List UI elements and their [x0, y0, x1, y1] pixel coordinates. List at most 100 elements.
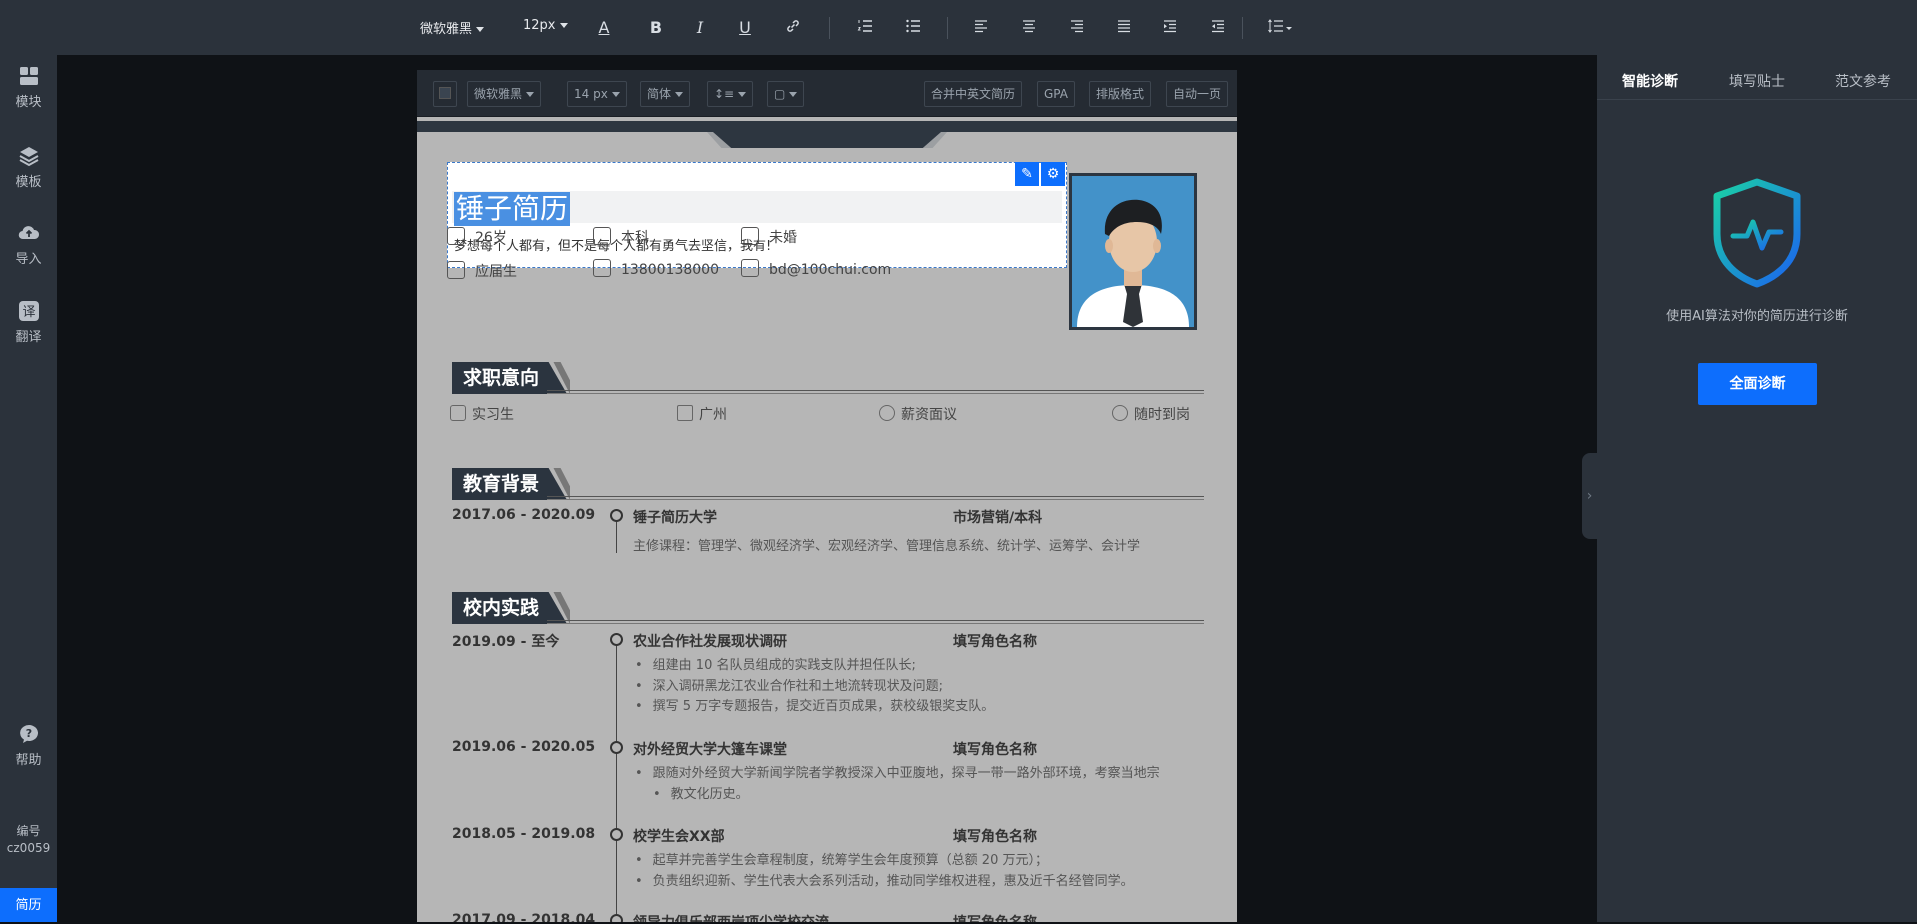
campus-date: 2019.09 - 至今	[452, 634, 560, 650]
info-age: 26岁	[447, 227, 507, 247]
modules-icon	[19, 67, 38, 85]
doc-line-spacing-select[interactable]: ↕≡	[707, 81, 754, 107]
left-sidebar: 模块 模板 导入 译 翻译 ? 帮助 编号 cz0059 简历	[0, 55, 57, 922]
campus-date: 2019.06 - 2020.05	[452, 739, 596, 755]
timeline-dot	[610, 828, 623, 841]
campus-role: 填写角色名称	[953, 912, 1037, 922]
cloud-upload-icon	[18, 226, 39, 240]
svg-text:译: 译	[22, 305, 35, 320]
toolbar-divider	[1242, 17, 1243, 39]
tab-diagnosis[interactable]: 智能诊断	[1622, 71, 1678, 91]
sidebar-item-modules[interactable]: 模块	[0, 65, 57, 110]
education-major: 市场营销/本科	[953, 510, 1043, 526]
sidebar-item-import[interactable]: 导入	[0, 222, 57, 267]
merge-cn-en-button[interactable]: 合并中英文简历	[924, 81, 1023, 107]
chevron-down-icon	[476, 27, 485, 32]
campus-org: 领导力俱乐部西岸项尖学校交流	[633, 912, 829, 922]
toolbar-divider	[947, 17, 948, 39]
resume-header-block[interactable]: 锤子简历 梦想每个人都有，但不是每个人都有勇气去坚信，我有! ✎ ⚙	[447, 162, 1067, 268]
sidebar-item-resume[interactable]: 简历	[0, 888, 57, 922]
doc-border-select[interactable]: ▢	[767, 81, 805, 107]
doc-font-size-select[interactable]: 14 px	[567, 81, 627, 107]
auto-one-page-button[interactable]: 自动一页	[1166, 81, 1229, 107]
info-phone: 13800138000	[593, 259, 719, 279]
campus-bullet: 组建由 10 名队员组成的实践支队并担任队长;	[635, 656, 916, 676]
bold-icon[interactable]: B	[646, 18, 666, 38]
avatar[interactable]	[1069, 173, 1197, 330]
tab-tips[interactable]: 填写贴士	[1729, 71, 1785, 91]
chevron-down-icon	[789, 92, 798, 97]
chevron-down-icon	[675, 92, 684, 97]
clock-icon	[1112, 405, 1128, 421]
doc-font-family-select[interactable]: 微软雅黑	[467, 81, 542, 107]
line-height-icon[interactable]	[1265, 18, 1295, 38]
edit-pencil-icon[interactable]: ✎	[1015, 162, 1039, 186]
education-courses: 主修课程：管理学、微观经济学、宏观经济学、管理信息系统、统计学、运筹学、会计学	[633, 539, 1141, 554]
sidebar-item-templates[interactable]: 模板	[0, 145, 57, 190]
align-right-icon[interactable]	[1067, 18, 1087, 38]
outdent-icon[interactable]	[1208, 18, 1228, 38]
campus-bullet: 深入调研黑龙江农业合作社和土地流转现状及问题;	[635, 677, 943, 697]
settings-gear-icon[interactable]: ⚙	[1041, 162, 1065, 186]
campus-org: 农业合作社发展现状调研	[633, 634, 787, 650]
document-toolbar: 微软雅黑 14 px 简体 ↕≡ ▢ 合并中英文简历 GPA 排版格式 自动一页	[417, 70, 1237, 117]
align-left-icon[interactable]	[971, 18, 991, 38]
intent-city: 广州	[677, 404, 727, 424]
info-email: bd@100chui.com	[741, 259, 891, 279]
resume-page: 锤子简历 梦想每个人都有，但不是每个人都有勇气去坚信，我有! ✎ ⚙ 26岁 本…	[417, 117, 1237, 922]
link-icon[interactable]	[783, 18, 803, 38]
campus-date: 2017.09 - 2018.04	[452, 912, 596, 922]
resume-name[interactable]: 锤子简历	[454, 192, 571, 226]
underline-icon[interactable]: U	[735, 18, 755, 38]
bullet-list-icon[interactable]	[903, 18, 923, 38]
align-justify-icon[interactable]	[1114, 18, 1134, 38]
layout-format-button[interactable]: 排版格式	[1089, 81, 1152, 107]
font-color-icon[interactable]: A	[594, 18, 614, 38]
translate-icon: 译	[18, 301, 39, 321]
section-header-education[interactable]: 教育背景	[452, 468, 1204, 500]
sidebar-item-translate[interactable]: 译 翻译	[0, 300, 57, 345]
ordered-list-icon[interactable]	[855, 18, 875, 38]
font-family-select[interactable]: 微软雅黑	[420, 18, 485, 37]
font-size-select[interactable]: 12px	[523, 18, 568, 33]
top-toolbar: 微软雅黑 12px A B I U	[0, 0, 1917, 55]
graduation-icon	[593, 227, 611, 245]
campus-bullet: 撰写 5 万字专题报告，提交近百页成果，获校级银奖支队。	[635, 697, 995, 717]
yen-icon	[879, 405, 895, 421]
intent-position: 实习生	[450, 404, 514, 424]
gpa-button[interactable]: GPA	[1037, 81, 1075, 107]
section-header-intent[interactable]: 求职意向	[452, 362, 1204, 394]
border-icon: ▢	[774, 87, 786, 101]
svg-text:?: ?	[25, 727, 31, 740]
calendar-icon	[447, 261, 465, 279]
section-header-campus[interactable]: 校内实践	[452, 592, 1204, 624]
line-spacing-icon: ↕≡	[714, 87, 735, 101]
mail-icon	[741, 259, 759, 277]
education-school: 锤子简历大学	[633, 510, 717, 526]
campus-role: 填写角色名称	[953, 829, 1037, 845]
help-icon: ?	[19, 725, 38, 743]
tie-icon	[450, 405, 466, 421]
timeline-dot	[610, 741, 623, 754]
phone-icon	[593, 259, 611, 277]
doc-script-select[interactable]: 简体	[640, 81, 691, 107]
full-diagnosis-button[interactable]: 全面诊断	[1698, 363, 1817, 405]
sidebar-item-help[interactable]: ? 帮助	[0, 723, 57, 768]
info-status: 应届生	[447, 261, 517, 281]
timeline-dot	[610, 633, 623, 646]
campus-org: 校学生会XX部	[633, 829, 725, 845]
indent-icon[interactable]	[1160, 18, 1180, 38]
timeline-dot	[610, 509, 623, 522]
chevron-down-icon	[738, 92, 747, 97]
campus-date: 2018.05 - 2019.08	[452, 826, 596, 842]
building-icon	[677, 405, 693, 421]
panel-collapse-handle[interactable]: ›	[1582, 453, 1597, 539]
campus-bullet: 负责组织迎新、学生代表大会系列活动，推动同学维权进程，惠及近千名经管同学。	[635, 872, 1134, 892]
campus-bullet: 跟随对外经贸大学新闻学院者学教授深入中亚腹地，探寻一带一路外部环境，考察当地宗	[635, 764, 1160, 784]
info-marital: 未婚	[741, 227, 797, 247]
align-center-icon[interactable]	[1019, 18, 1039, 38]
layers-icon	[19, 147, 38, 167]
italic-icon[interactable]: I	[690, 18, 710, 38]
tab-examples[interactable]: 范文参考	[1835, 71, 1891, 91]
color-swatch-button[interactable]	[433, 81, 457, 107]
